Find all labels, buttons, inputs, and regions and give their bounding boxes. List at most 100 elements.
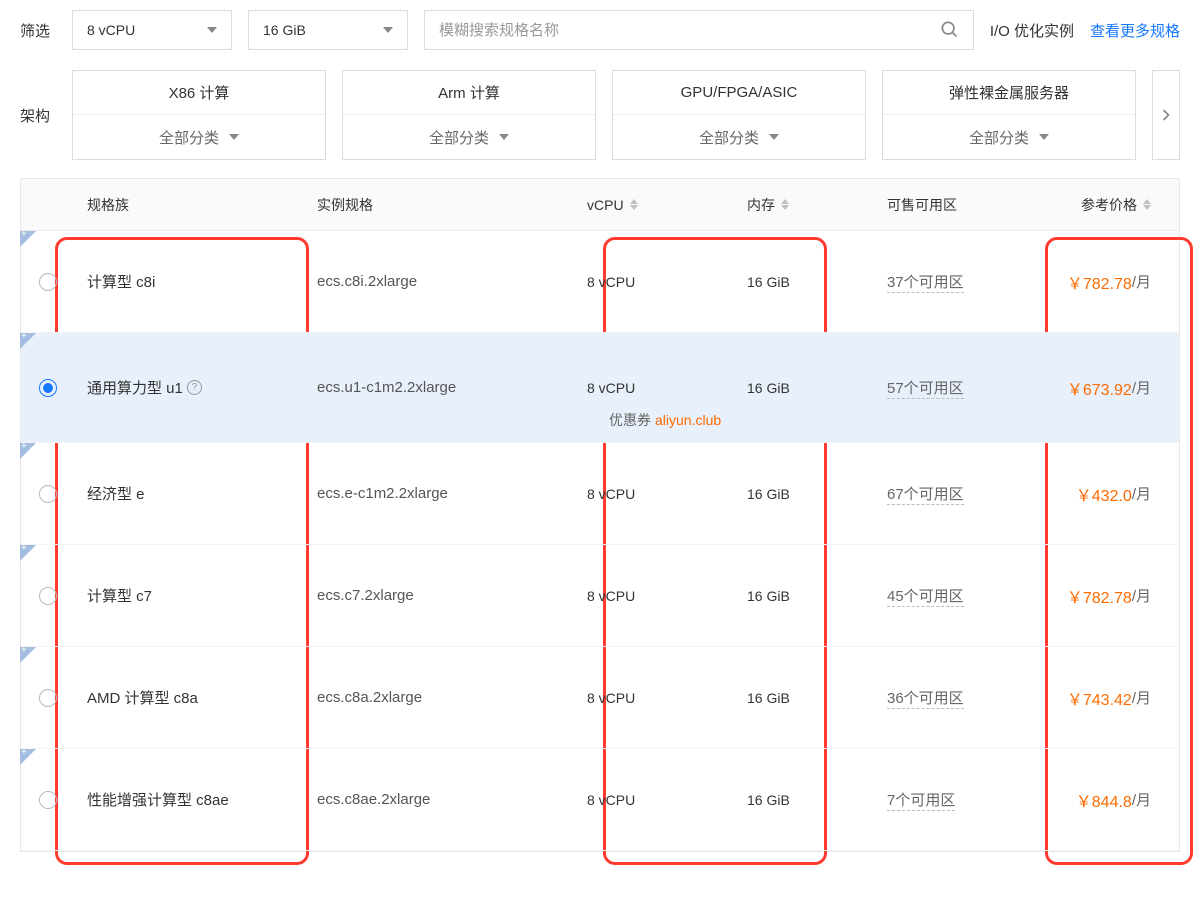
table-row[interactable]: 经济型 e ecs.e-c1m2.2xlarge 8 vCPU 16 GiB 6… xyxy=(21,443,1179,545)
memory-select-value: 16 GiB xyxy=(263,22,306,38)
family-name: AMD 计算型 c8a xyxy=(87,687,198,708)
family-name: 通用算力型 u1 xyxy=(87,377,183,398)
memory-value: 16 GiB xyxy=(747,380,790,396)
memory-value: 16 GiB xyxy=(747,792,790,808)
zone-count[interactable]: 57个可用区 xyxy=(887,377,964,399)
spec-name: ecs.c8ae.2xlarge xyxy=(317,791,430,808)
table-row[interactable]: AMD 计算型 c8a ecs.c8a.2xlarge 8 vCPU 16 Gi… xyxy=(21,647,1179,749)
arch-card[interactable]: GPU/FPGA/ASIC 全部分类 xyxy=(612,70,866,160)
spec-name: ecs.c8a.2xlarge xyxy=(317,689,422,706)
arch-card-title: 弹性裸金属服务器 xyxy=(883,71,1135,115)
sort-icon xyxy=(781,199,789,210)
vcpu-select[interactable]: 8 vCPU xyxy=(72,10,232,50)
vcpu-value: 8 vCPU xyxy=(587,380,635,396)
spec-name: ecs.e-c1m2.2xlarge xyxy=(317,485,448,502)
price-suffix: /月 xyxy=(1132,377,1151,398)
arch-card[interactable]: X86 计算 全部分类 xyxy=(72,70,326,160)
family-name: 计算型 c8i xyxy=(87,271,155,292)
caret-down-icon xyxy=(207,27,217,33)
memory-value: 16 GiB xyxy=(747,274,790,290)
search-box[interactable] xyxy=(424,10,974,50)
arch-card-title: Arm 计算 xyxy=(343,71,595,115)
zone-count[interactable]: 36个可用区 xyxy=(887,687,964,709)
memory-select[interactable]: 16 GiB xyxy=(248,10,408,50)
price-suffix: /月 xyxy=(1132,789,1151,810)
arch-next-button[interactable] xyxy=(1152,70,1180,160)
vcpu-value: 8 vCPU xyxy=(587,690,635,706)
arch-card-category[interactable]: 全部分类 xyxy=(73,115,325,159)
architecture-row: 架构 X86 计算 全部分类 Arm 计算 全部分类 GPU/FPGA/ASIC… xyxy=(0,60,1200,178)
zone-count[interactable]: 45个可用区 xyxy=(887,585,964,607)
family-name: 计算型 c7 xyxy=(87,585,152,606)
memory-value: 16 GiB xyxy=(747,486,790,502)
search-input[interactable] xyxy=(439,22,939,39)
spec-name: ecs.c8i.2xlarge xyxy=(317,273,417,290)
table-header: 规格族 实例规格 vCPU 内存 可售可用区 参考价格 xyxy=(21,179,1179,231)
expand-icon[interactable] xyxy=(20,749,36,765)
vcpu-select-value: 8 vCPU xyxy=(87,22,135,38)
view-more-link[interactable]: 查看更多规格 xyxy=(1090,20,1180,41)
filter-label: 筛选 xyxy=(20,20,56,41)
caret-down-icon xyxy=(383,27,393,33)
sort-icon xyxy=(1143,199,1151,210)
table-row[interactable]: 性能增强计算型 c8ae ecs.c8ae.2xlarge 8 vCPU 16 … xyxy=(21,749,1179,851)
table-row[interactable]: 计算型 c8i ecs.c8i.2xlarge 8 vCPU 16 GiB 37… xyxy=(21,231,1179,333)
caret-down-icon xyxy=(229,134,239,140)
family-name: 性能增强计算型 c8ae xyxy=(87,789,229,810)
row-radio[interactable] xyxy=(39,587,57,605)
table-row[interactable]: 计算型 c7 ecs.c7.2xlarge 8 vCPU 16 GiB 45个可… xyxy=(21,545,1179,647)
table-body: 计算型 c8i ecs.c8i.2xlarge 8 vCPU 16 GiB 37… xyxy=(21,231,1179,851)
caret-down-icon xyxy=(1039,134,1049,140)
arch-card-category[interactable]: 全部分类 xyxy=(613,115,865,159)
th-spec[interactable]: 实例规格 xyxy=(305,195,575,215)
price-value: ￥782.78 xyxy=(1067,584,1132,608)
help-icon[interactable]: ? xyxy=(187,380,202,395)
row-radio[interactable] xyxy=(39,273,57,291)
vcpu-value: 8 vCPU xyxy=(587,274,635,290)
zone-count[interactable]: 37个可用区 xyxy=(887,271,964,293)
search-icon[interactable] xyxy=(939,19,959,42)
th-memory[interactable]: 内存 xyxy=(735,195,875,215)
arch-card[interactable]: 弹性裸金属服务器 全部分类 xyxy=(882,70,1136,160)
arch-card-category[interactable]: 全部分类 xyxy=(883,115,1135,159)
arch-card-title: GPU/FPGA/ASIC xyxy=(613,71,865,115)
family-name: 经济型 e xyxy=(87,483,145,504)
price-suffix: /月 xyxy=(1132,585,1151,606)
price-suffix: /月 xyxy=(1132,687,1151,708)
vcpu-value: 8 vCPU xyxy=(587,588,635,604)
expand-icon[interactable] xyxy=(20,647,36,663)
filter-row: 筛选 8 vCPU 16 GiB I/O 优化实例 查看更多规格 xyxy=(0,0,1200,60)
io-optimize-label: I/O 优化实例 xyxy=(990,20,1074,41)
row-radio[interactable] xyxy=(39,689,57,707)
arch-card-title: X86 计算 xyxy=(73,71,325,115)
coupon-info: 优惠券aliyun.club xyxy=(609,410,721,430)
zone-count[interactable]: 7个可用区 xyxy=(887,789,955,811)
arch-card-category[interactable]: 全部分类 xyxy=(343,115,595,159)
th-family[interactable]: 规格族 xyxy=(75,195,305,215)
row-radio[interactable] xyxy=(39,485,57,503)
memory-value: 16 GiB xyxy=(747,690,790,706)
price-value: ￥743.42 xyxy=(1067,686,1132,710)
memory-value: 16 GiB xyxy=(747,588,790,604)
price-value: ￥844.8 xyxy=(1076,788,1132,812)
table-row[interactable]: 通用算力型 u1? ecs.u1-c1m2.2xlarge 8 vCPU 16 … xyxy=(21,333,1179,443)
th-zone[interactable]: 可售可用区 xyxy=(875,195,1015,215)
spec-name: ecs.c7.2xlarge xyxy=(317,587,414,604)
expand-icon[interactable] xyxy=(20,443,36,459)
arch-card[interactable]: Arm 计算 全部分类 xyxy=(342,70,596,160)
vcpu-value: 8 vCPU xyxy=(587,792,635,808)
th-vcpu[interactable]: vCPU xyxy=(575,197,735,213)
expand-icon[interactable] xyxy=(20,545,36,561)
zone-count[interactable]: 67个可用区 xyxy=(887,483,964,505)
row-radio[interactable] xyxy=(39,791,57,809)
caret-down-icon xyxy=(499,134,509,140)
expand-icon[interactable] xyxy=(20,231,36,247)
expand-icon[interactable] xyxy=(20,333,36,349)
th-price[interactable]: 参考价格 xyxy=(1015,195,1179,215)
vcpu-value: 8 vCPU xyxy=(587,486,635,502)
price-suffix: /月 xyxy=(1132,271,1151,292)
arch-cards: X86 计算 全部分类 Arm 计算 全部分类 GPU/FPGA/ASIC 全部… xyxy=(72,70,1136,160)
caret-down-icon xyxy=(769,134,779,140)
row-radio[interactable] xyxy=(39,379,57,397)
spec-name: ecs.u1-c1m2.2xlarge xyxy=(317,379,456,396)
